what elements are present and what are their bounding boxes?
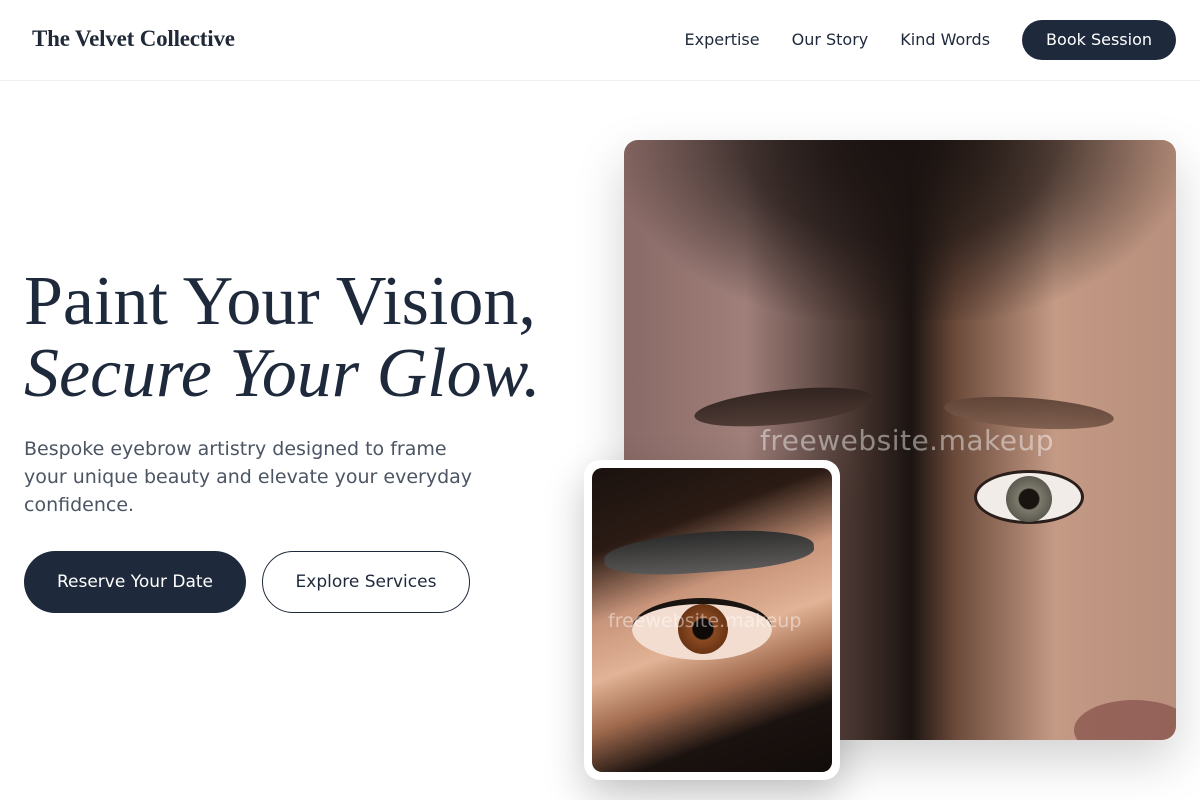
right-iris-shape bbox=[1006, 476, 1052, 522]
nav-link-kind-words[interactable]: Kind Words bbox=[900, 20, 990, 60]
nav-links: Expertise Our Story Kind Words Book Sess… bbox=[685, 20, 1176, 60]
explore-services-button[interactable]: Explore Services bbox=[262, 551, 470, 613]
inset-brow-shape bbox=[602, 524, 816, 580]
reserve-date-button[interactable]: Reserve Your Date bbox=[24, 551, 246, 613]
headline-line-2: Secure Your Glow. bbox=[24, 335, 541, 412]
main-image-watermark: freewebsite.makeup bbox=[760, 424, 1054, 457]
book-session-button[interactable]: Book Session bbox=[1022, 20, 1176, 60]
inset-image-watermark: freewebsite.makeup bbox=[608, 610, 802, 632]
hair-shading bbox=[624, 140, 1176, 320]
inset-eye-image: freewebsite.makeup bbox=[592, 468, 832, 772]
lips-shape bbox=[1074, 700, 1176, 740]
hero-lead-text: Bespoke eyebrow artistry designed to fra… bbox=[24, 438, 473, 516]
nav-link-our-story[interactable]: Our Story bbox=[792, 20, 869, 60]
nav-link-expertise[interactable]: Expertise bbox=[685, 20, 760, 60]
hero-headline: Paint Your Vision, Secure Your Glow. bbox=[24, 266, 604, 410]
inset-image-frame: freewebsite.makeup bbox=[584, 460, 840, 780]
headline-line-1: Paint Your Vision, bbox=[24, 263, 536, 340]
brand-logo[interactable]: The Velvet Collective bbox=[32, 26, 235, 52]
top-navigation: The Velvet Collective Expertise Our Stor… bbox=[0, 0, 1200, 81]
